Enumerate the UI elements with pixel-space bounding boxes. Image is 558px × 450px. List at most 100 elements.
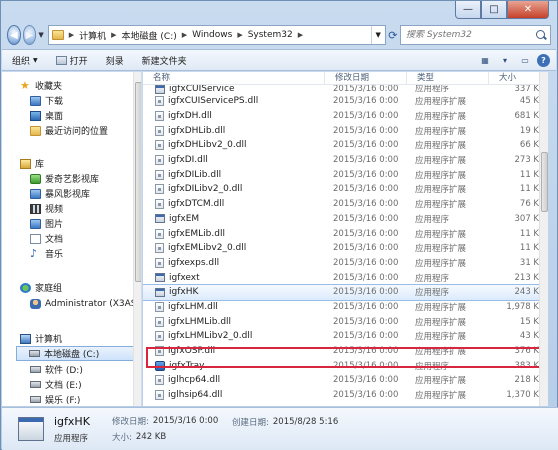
nav-admin[interactable]: Administrator (X3ASF (30, 296, 141, 311)
dll-file-icon (155, 169, 164, 180)
file-size-cell: 383 K (514, 360, 540, 371)
nav-iqiyi[interactable]: 爱奇艺影视库 (30, 171, 99, 186)
file-row[interactable]: igfxDILib.dll 2015/3/16 0:00 应用程序扩展 11 K (143, 167, 548, 182)
nav-recent[interactable]: 最近访问的位置 (30, 123, 108, 138)
libraries-icon (20, 158, 31, 169)
file-list-scrollbar[interactable] (539, 72, 548, 406)
address-bar[interactable]: ▶ 计算机 ▶ 本地磁盘 (C:) ▶ Windows ▶ System32 ▶… (47, 25, 386, 45)
file-date-cell: 2015/3/16 0:00 (333, 257, 399, 268)
file-size-cell: 19 K (519, 125, 539, 136)
search-icon[interactable] (536, 29, 547, 41)
nav-drive-e[interactable]: 文档 (E:) (30, 377, 82, 392)
file-name-cell: igfxext (143, 273, 325, 283)
recent-pages-dropdown[interactable]: ▼ (38, 31, 43, 39)
nav-music[interactable]: ♪ 音乐 (30, 246, 63, 261)
open-button[interactable]: 打开 (55, 54, 88, 67)
breadcrumb-windows[interactable]: Windows (192, 30, 232, 40)
file-row[interactable]: igfxDHLibv2_0.dll 2015/3/16 0:00 应用程序扩展 66 … (143, 138, 548, 153)
file-row[interactable]: igfxEMLibv2_0.dll 2015/3/16 0:00 应用程序扩展 11 … (143, 241, 548, 256)
forward-button[interactable]: ▶ (22, 25, 37, 45)
folder-icon (51, 30, 64, 40)
nav-pictures[interactable]: 图片 (30, 216, 63, 231)
nav-scrollbar[interactable] (133, 72, 141, 406)
file-row[interactable]: igfxEM 2015/3/16 0:00 应用程序 307 K (143, 212, 548, 227)
file-type-cell: 应用程序扩展 (415, 347, 467, 358)
file-name-cell: igfxDHLib.dll (143, 125, 325, 136)
help-icon[interactable]: ? (537, 53, 550, 67)
file-row[interactable]: iglhsip64.dll 2015/3/16 0:00 应用程序扩展 1,370 K (143, 388, 548, 403)
column-date[interactable]: 修改日期 (325, 72, 407, 85)
homegroup-icon (20, 282, 31, 293)
file-row[interactable]: igfxOSP.dll 2015/3/16 0:00 应用程序扩展 376 K (143, 344, 548, 359)
nav-documents[interactable]: 文档 (30, 231, 63, 246)
details-modified: 2015/3/16 0:00 (152, 416, 219, 426)
pictures-icon (30, 218, 41, 229)
breadcrumb-drive-c[interactable]: 本地磁盘 (C:) (122, 29, 177, 42)
file-list: 名称 修改日期 类型 大小 ⌃ igfxCUIService 2015/3/16 … (143, 72, 548, 406)
file-row[interactable]: igfxEMLib.dll 2015/3/16 0:00 应用程序扩展 11 K (143, 226, 548, 241)
nav-scroll-thumb[interactable] (135, 82, 141, 282)
file-name-cell: iglhsip64.dll (143, 390, 325, 401)
file-row[interactable]: iglhcp64.dll 2015/3/16 0:00 应用程序扩展 218 K (143, 373, 548, 388)
file-name-cell: igfxDH.dll (143, 111, 325, 122)
file-row[interactable]: igfxDI.dll 2015/3/16 0:00 应用程序扩展 273 K (143, 153, 548, 168)
new-folder-button[interactable]: 新建文件夹 (142, 54, 187, 67)
nav-drive-d[interactable]: 软件 (D:) (30, 362, 83, 377)
file-type-cell: 应用程序扩展 (415, 141, 467, 152)
breadcrumb-system32[interactable]: System32 (248, 30, 293, 40)
file-row[interactable]: igfxext 2015/3/16 0:00 应用程序 213 K (143, 270, 548, 285)
file-row[interactable]: igfxDH.dll 2015/3/16 0:00 应用程序扩展 681 K (143, 109, 548, 124)
nav-drive-f[interactable]: 娱乐 (F:) (30, 392, 80, 406)
details-pane: igfxHK 应用程序 修改日期: 2015/3/16 0:00 大小: 242 K… (2, 407, 558, 450)
music-icon: ♪ (30, 246, 38, 260)
file-date-cell: 2015/3/16 0:00 (333, 140, 399, 151)
file-row[interactable]: igfxDILibv2_0.dll 2015/3/16 0:00 应用程序扩展 11 … (143, 182, 548, 197)
file-row[interactable]: igfxDTCM.dll 2015/3/16 0:00 应用程序扩展 76 K (143, 197, 548, 212)
nav-libraries[interactable]: 库 (20, 156, 44, 171)
file-row[interactable]: igfxDHLib.dll 2015/3/16 0:00 应用程序扩展 19 K (143, 123, 548, 138)
nav-homegroup[interactable]: 家庭组 (20, 280, 62, 295)
nav-favorites[interactable]: ★ 收藏夹 (20, 78, 62, 93)
address-dropdown-icon[interactable]: ▼ (370, 26, 385, 44)
refresh-icon[interactable]: ⟳ (386, 25, 400, 45)
file-row[interactable]: igfxLHMLib.dll 2015/3/16 0:00 应用程序扩展 15 K (143, 314, 548, 329)
file-list-scroll-thumb[interactable] (541, 152, 548, 212)
back-button[interactable]: ◀ (7, 25, 21, 45)
preview-pane-icon[interactable]: ▭ (517, 53, 533, 67)
file-type-cell: 应用程序扩展 (415, 112, 467, 123)
file-name-cell: igfxLHMLibv2_0.dll (143, 331, 325, 342)
file-row[interactable]: igfxHK 2015/3/16 0:00 应用程序 243 K (143, 283, 548, 301)
file-row[interactable]: igfxexps.dll 2015/3/16 0:00 应用程序扩展 31 K (143, 256, 548, 271)
search-box[interactable] (400, 25, 551, 45)
close-button[interactable]: ✕ (507, 1, 549, 19)
file-name-cell: igfxLHMLib.dll (143, 316, 325, 327)
file-row[interactable]: igfxCUIService 2015/3/16 0:00 应用程序 337 K (143, 85, 548, 94)
file-row[interactable]: igfxLHM.dll 2015/3/16 0:00 应用程序扩展 1,978 K (143, 300, 548, 315)
file-size-cell: 681 K (514, 111, 540, 122)
search-input[interactable] (406, 30, 536, 40)
nav-computer[interactable]: 计算机 (20, 331, 62, 346)
maximize-button[interactable]: □ (481, 1, 507, 19)
file-size-cell: 31 K (519, 257, 539, 268)
nav-baofeng[interactable]: 暴风影视库 (30, 186, 90, 201)
nav-videos[interactable]: 视频 (30, 201, 63, 216)
organize-button[interactable]: 组织 ▼ (12, 54, 38, 67)
dll-file-icon (155, 375, 164, 386)
column-type[interactable]: 类型 (407, 72, 489, 85)
file-type-cell: 应用程序扩展 (415, 126, 467, 137)
nav-downloads[interactable]: 下载 (30, 93, 63, 108)
nav-drive-c[interactable]: 本地磁盘 (C:) (16, 346, 138, 361)
nav-desktop[interactable]: 桌面 (30, 108, 63, 123)
dll-file-icon (155, 155, 164, 166)
file-row[interactable]: igfxLHMLibv2_0.dll 2015/3/16 0:00 应用程序扩展 43… (143, 329, 548, 344)
caption-buttons: — □ ✕ (455, 1, 549, 19)
file-row[interactable]: igfxCUIServicePS.dll 2015/3/16 0:00 应用程序扩展… (143, 94, 548, 109)
view-options-icon[interactable]: ▦ (477, 53, 493, 67)
file-name-cell: igfxDILib.dll (143, 169, 325, 180)
minimize-button[interactable]: — (455, 1, 481, 19)
file-name-cell: igfxDI.dll (143, 155, 325, 166)
breadcrumb-computer[interactable]: 计算机 (79, 29, 106, 42)
file-row[interactable]: igfxTray 2015/3/16 0:00 应用程序 383 K (143, 358, 548, 373)
burn-button[interactable]: 刻录 (106, 54, 124, 67)
view-dropdown-icon[interactable]: ▾ (497, 53, 513, 67)
